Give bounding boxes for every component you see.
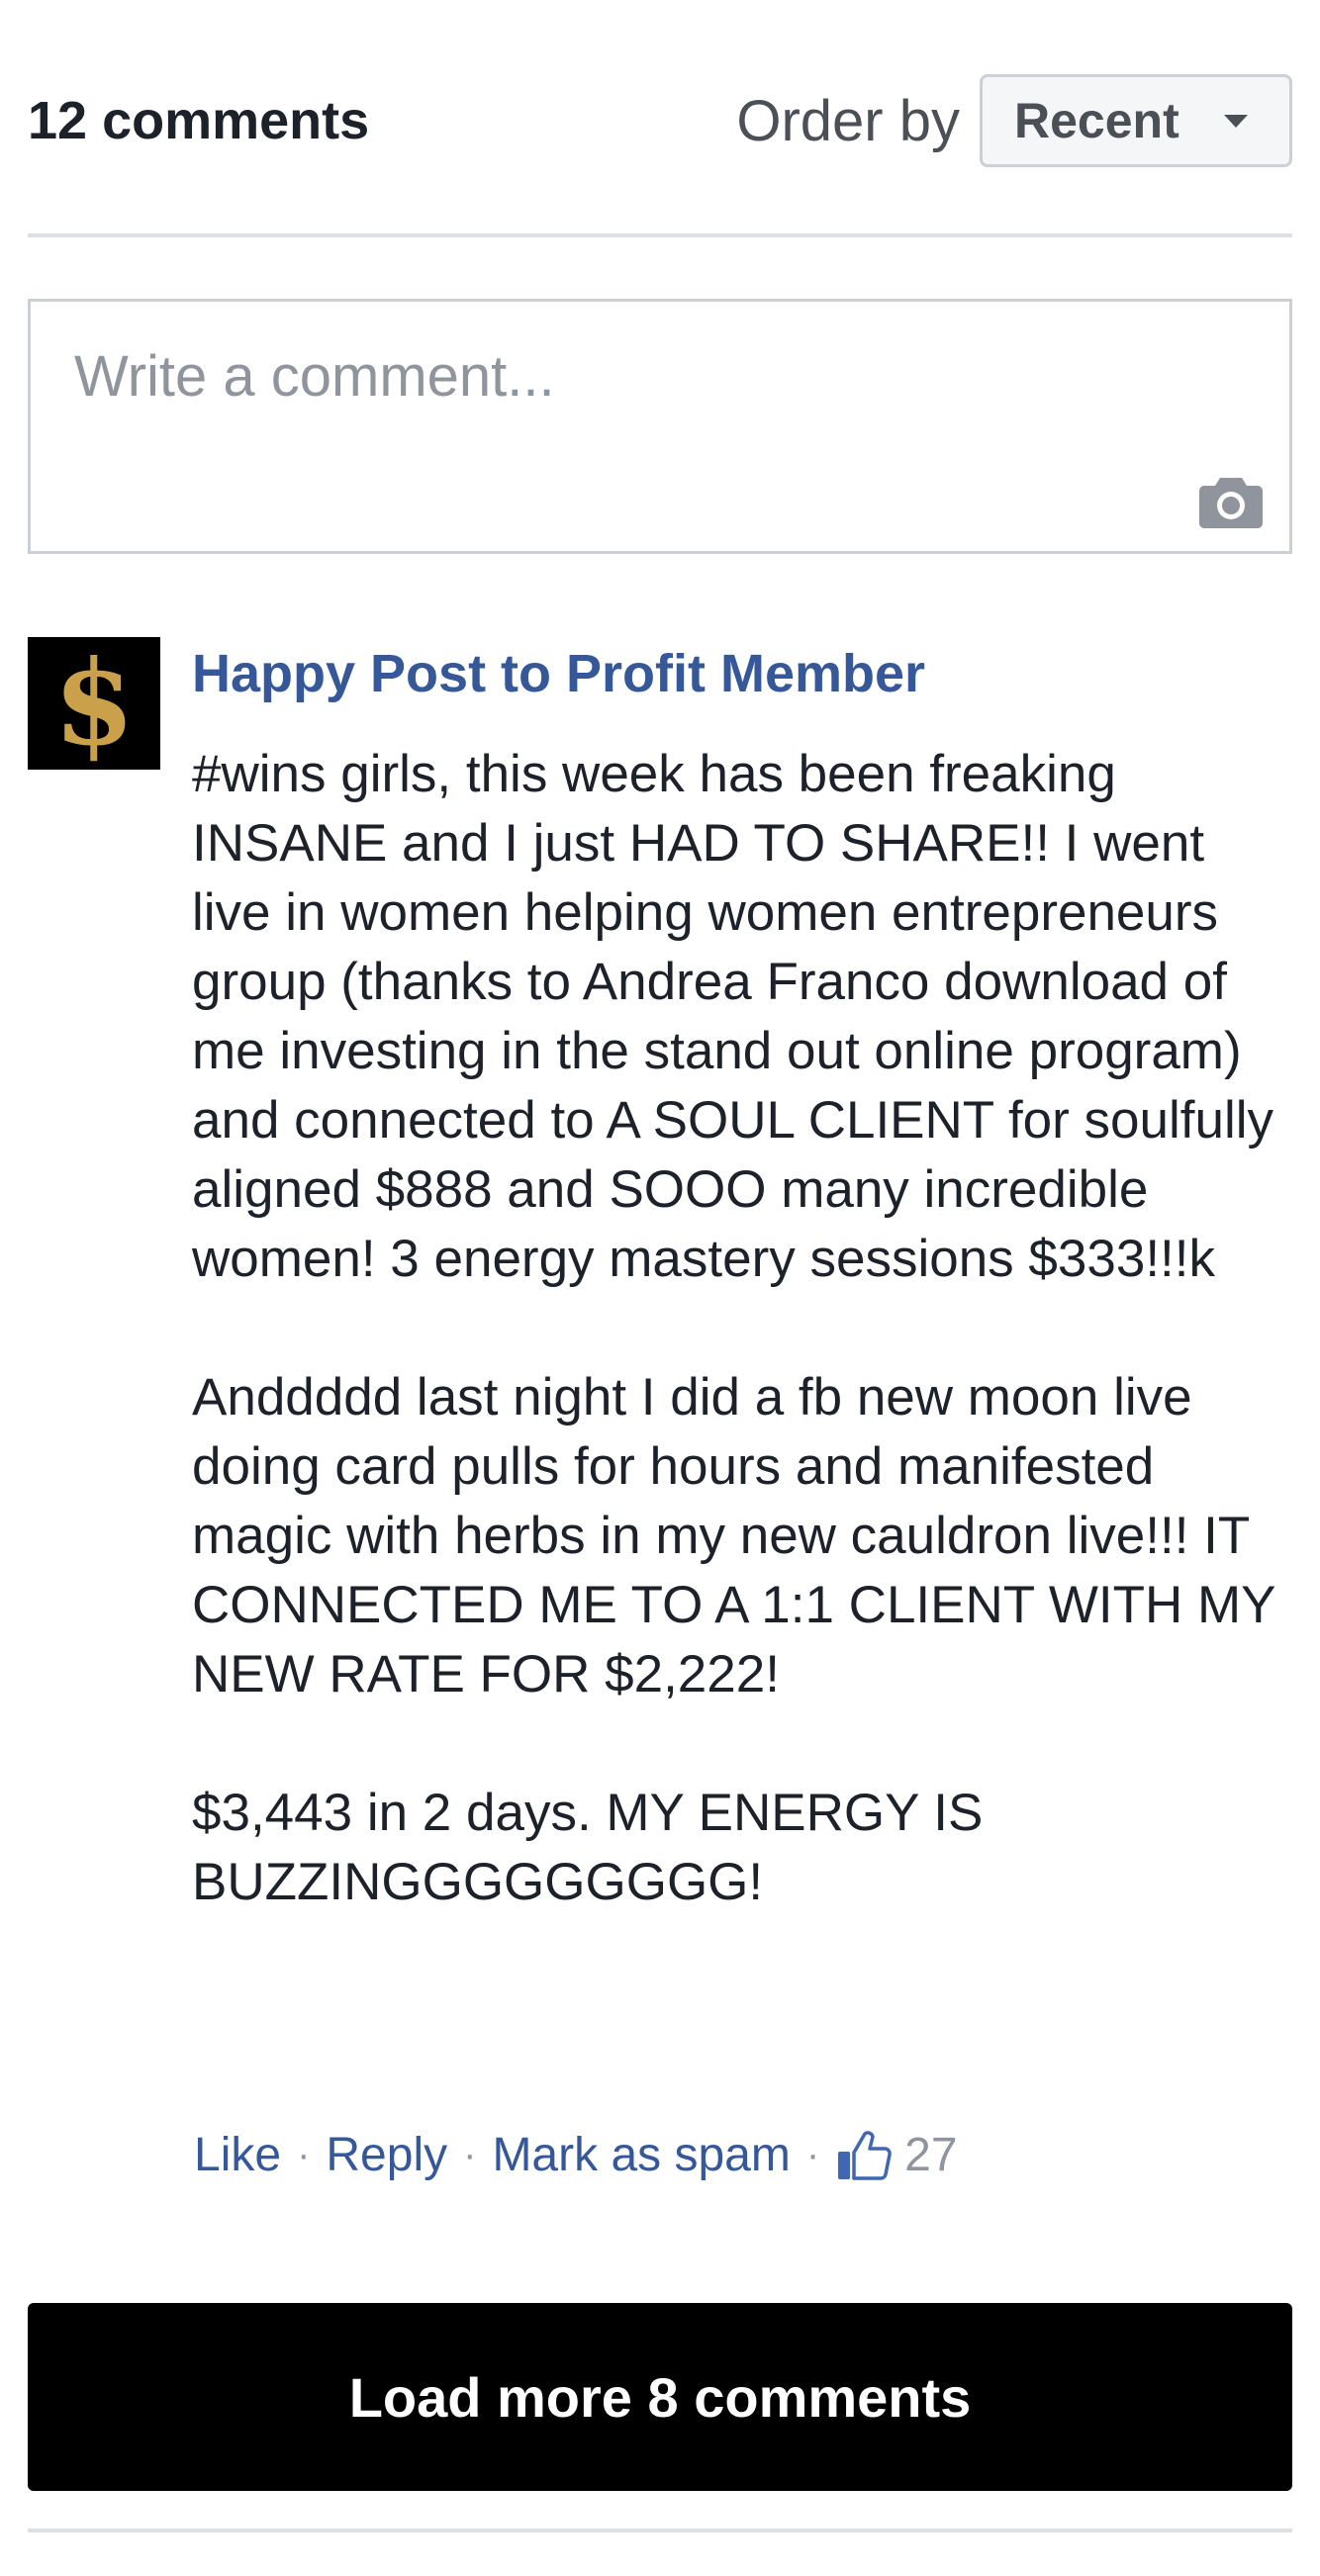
comment-composer[interactable]: Write a comment... bbox=[28, 299, 1292, 554]
comment-count: 12 comments bbox=[28, 91, 370, 150]
mark-as-spam-link[interactable]: Mark as spam bbox=[492, 2128, 790, 2182]
like-count: 27 bbox=[904, 2128, 958, 2181]
avatar-dollar-glyph: $ bbox=[52, 634, 136, 772]
comments-header: 12 comments Order by Recent bbox=[28, 71, 1292, 170]
comment-paragraph: Anddddd last night I did a fb new moon l… bbox=[192, 1368, 1275, 1703]
separator-dot: · bbox=[463, 2132, 477, 2176]
order-by-label: Order by bbox=[736, 88, 960, 153]
comment-placeholder: Write a comment... bbox=[74, 344, 555, 409]
reply-link[interactable]: Reply bbox=[326, 2128, 447, 2182]
comment-body: #wins girls, this week has been freaking… bbox=[192, 740, 1292, 1917]
load-more-button[interactable]: Load more 8 comments bbox=[28, 2303, 1292, 2491]
separator-dot: · bbox=[805, 2132, 820, 2176]
header-divider bbox=[28, 233, 1292, 237]
comment-actions: Like · Reply · Mark as spam · 27 bbox=[194, 2115, 958, 2194]
comment-author[interactable]: Happy Post to Profit Member bbox=[192, 643, 925, 704]
order-by-select[interactable]: Recent bbox=[980, 74, 1292, 167]
like-link[interactable]: Like bbox=[194, 2128, 281, 2182]
order-by-value: Recent bbox=[1014, 93, 1179, 148]
comment-paragraph: $3,443 in 2 days. MY ENERGY IS BUZZINGGG… bbox=[192, 1784, 984, 1911]
thumbs-up-icon bbox=[838, 2131, 892, 2180]
footer-divider bbox=[28, 2529, 1292, 2532]
camera-icon[interactable] bbox=[1198, 474, 1264, 529]
separator-dot: · bbox=[297, 2132, 311, 2176]
caret-down-icon bbox=[1224, 114, 1248, 128]
order-by-control: Order by Recent bbox=[736, 74, 1292, 167]
avatar[interactable]: $ bbox=[28, 637, 160, 770]
comment-paragraph: #wins girls, this week has been freaking… bbox=[192, 745, 1273, 1288]
